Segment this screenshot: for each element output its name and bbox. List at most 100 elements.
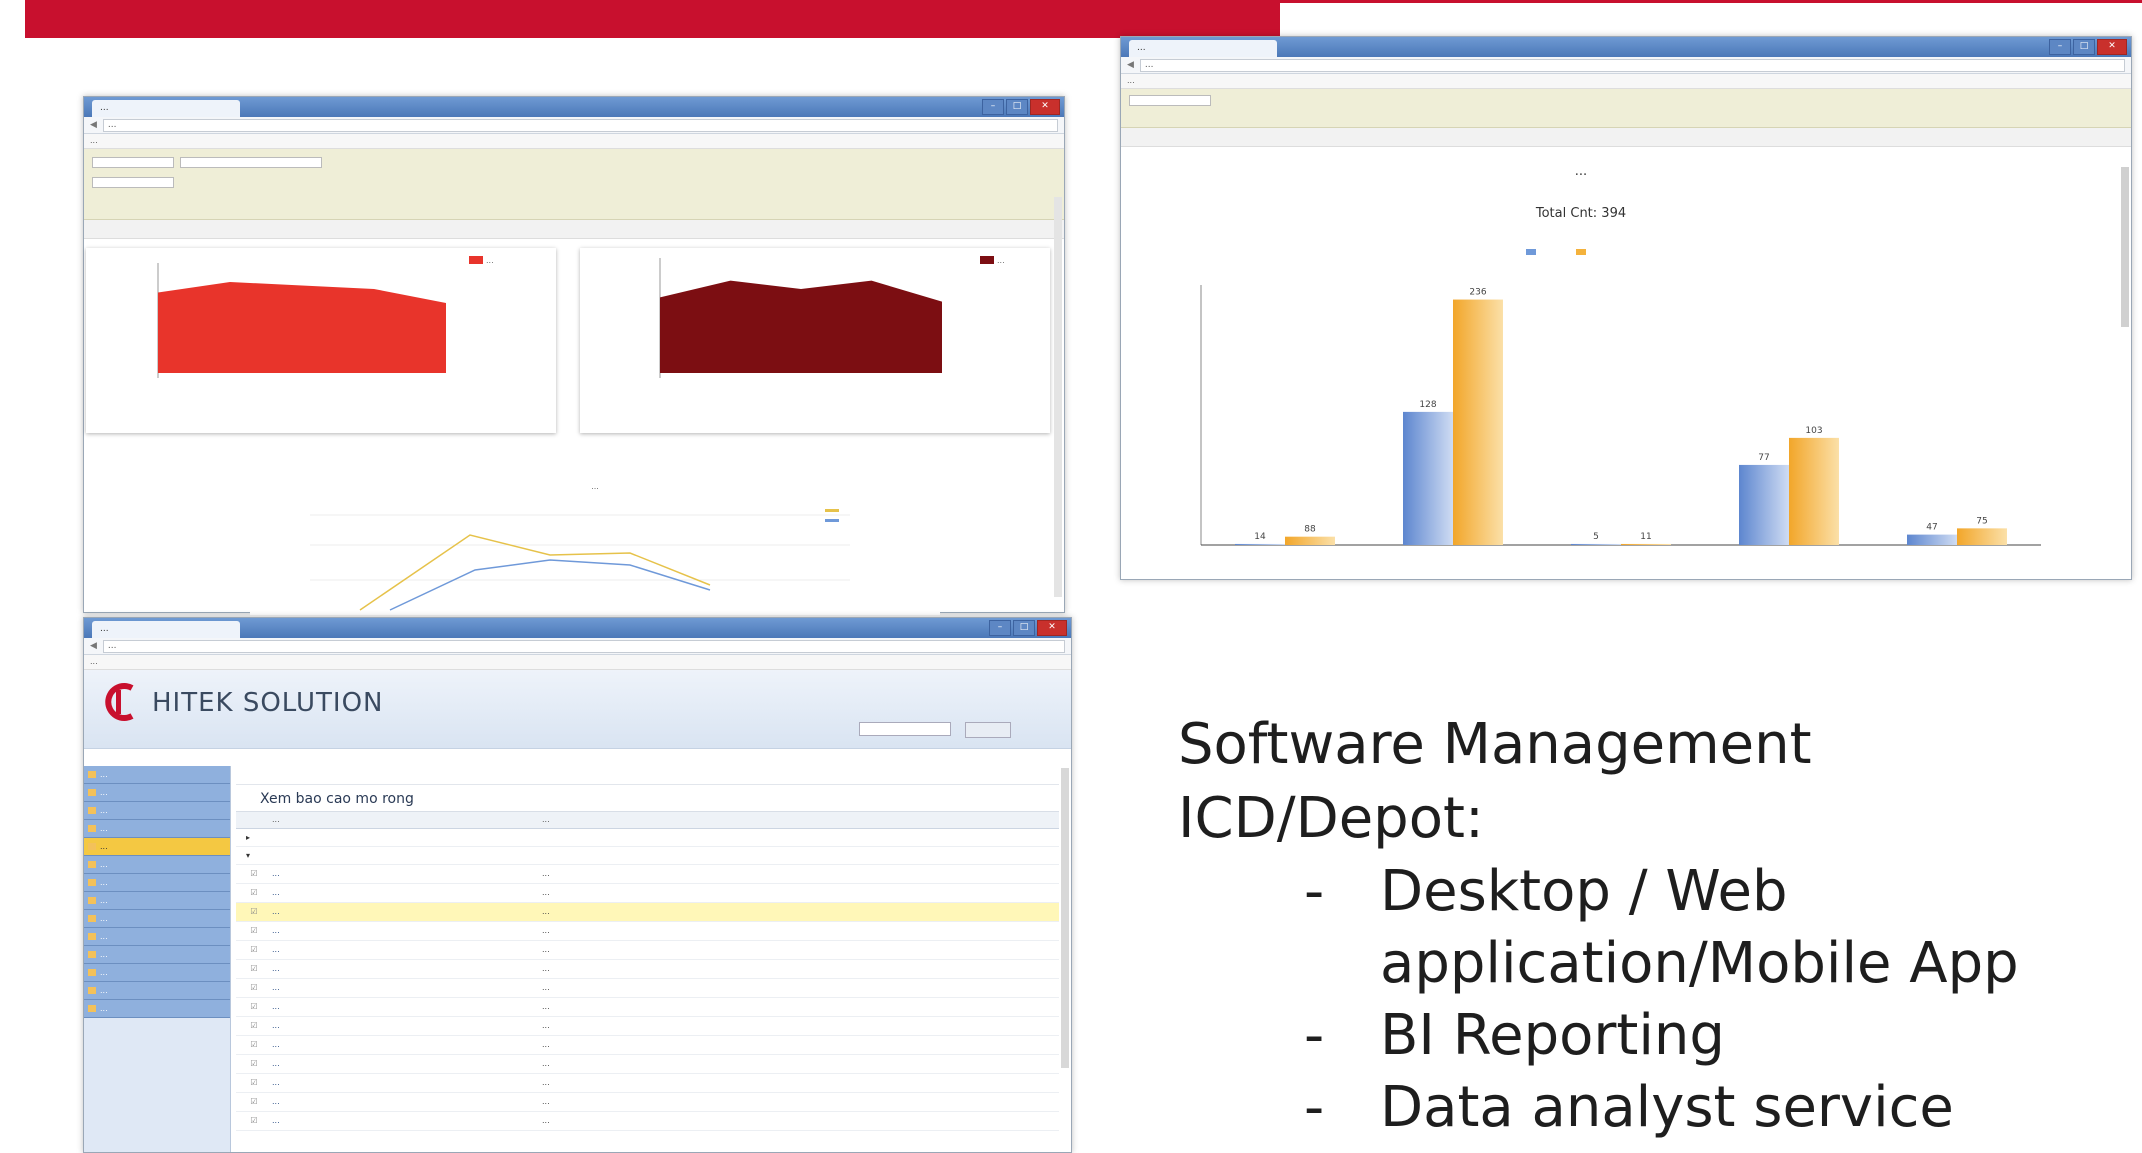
row-name[interactable]: ... (272, 1112, 542, 1130)
bar-blue[interactable] (1739, 464, 1789, 545)
row-checkbox-icon[interactable]: ☑ (236, 1074, 272, 1092)
table-row[interactable]: ☑...... (236, 1036, 1059, 1055)
sidebar-item[interactable]: ... (84, 766, 230, 784)
row-checkbox-icon[interactable]: ☑ (236, 1036, 272, 1054)
report-window-bar: ... – □ ✕ ◀ ... ... ... Total Cnt: 394 1… (1120, 36, 2132, 580)
row-checkbox-icon[interactable]: ☑ (236, 1112, 272, 1130)
maximize-icon[interactable]: □ (1013, 620, 1035, 636)
row-checkbox-icon[interactable]: ☑ (236, 922, 272, 940)
close-icon[interactable]: ✕ (2097, 39, 2127, 55)
row-name[interactable]: ... (272, 922, 542, 940)
table-row[interactable]: ☑...... (236, 1055, 1059, 1074)
grid-group[interactable]: ▸ (236, 829, 1059, 847)
sidebar-item[interactable]: ... (84, 856, 230, 874)
table-row[interactable]: ☑...... (236, 979, 1059, 998)
row-checkbox-icon[interactable]: ☑ (236, 884, 272, 902)
table-row[interactable]: ☑...... (236, 1093, 1059, 1112)
url-field[interactable]: ... (1139, 58, 2125, 72)
header-search-button[interactable] (965, 722, 1011, 738)
filter-input[interactable] (1129, 95, 1211, 106)
sidebar-item[interactable]: ... (84, 802, 230, 820)
row-name[interactable]: ... (272, 1093, 542, 1111)
sidebar-item[interactable]: ... (84, 946, 230, 964)
url-field[interactable]: ... (102, 639, 1065, 653)
grid-col-name[interactable]: ... (272, 812, 542, 828)
bullet-item: - Desktop / Web (1178, 856, 2128, 928)
browser-tab[interactable]: ... (92, 621, 240, 638)
sidebar-item[interactable]: ... (84, 874, 230, 892)
minimize-icon[interactable]: – (2049, 39, 2071, 55)
close-icon[interactable]: ✕ (1037, 620, 1067, 636)
minimize-icon[interactable]: – (989, 620, 1011, 636)
back-icon[interactable]: ◀ (90, 120, 97, 130)
legend-swatch (469, 256, 483, 264)
row-name[interactable]: ... (272, 903, 542, 921)
row-name[interactable]: ... (272, 1017, 542, 1035)
filter-input[interactable] (92, 177, 174, 188)
table-row[interactable]: ☑...... (236, 1017, 1059, 1036)
bar-orange[interactable] (1285, 536, 1335, 545)
bar-blue[interactable] (1907, 534, 1957, 545)
back-icon[interactable]: ◀ (1127, 60, 1134, 70)
sidebar-item[interactable]: ... (84, 820, 230, 838)
grid-col-desc[interactable]: ... (542, 812, 1059, 828)
row-name[interactable]: ... (272, 941, 542, 959)
filter-input[interactable] (180, 157, 322, 168)
row-checkbox-icon[interactable]: ☑ (236, 941, 272, 959)
bar-blue[interactable] (1571, 543, 1621, 545)
table-row[interactable]: ☑...... (236, 922, 1059, 941)
sidebar-item[interactable]: ... (84, 784, 230, 802)
browser-tab[interactable]: ... (92, 100, 240, 117)
row-checkbox-icon[interactable]: ☑ (236, 1017, 272, 1035)
table-row[interactable]: ☑...... (236, 941, 1059, 960)
row-checkbox-icon[interactable]: ☑ (236, 903, 272, 921)
table-row[interactable]: ☑...... (236, 998, 1059, 1017)
table-row[interactable]: ☑...... (236, 865, 1059, 884)
bar-orange[interactable] (1789, 437, 1839, 545)
row-name[interactable]: ... (272, 998, 542, 1016)
sidebar-item[interactable]: ... (84, 928, 230, 946)
close-icon[interactable]: ✕ (1030, 99, 1060, 115)
row-checkbox-icon[interactable]: ☑ (236, 960, 272, 978)
sidebar-item[interactable]: ... (84, 838, 230, 856)
back-icon[interactable]: ◀ (90, 641, 97, 651)
row-name[interactable]: ... (272, 979, 542, 997)
sidebar-item[interactable]: ... (84, 910, 230, 928)
scrollbar[interactable] (1054, 197, 1062, 597)
maximize-icon[interactable]: □ (2073, 39, 2095, 55)
sidebar-item[interactable]: ... (84, 892, 230, 910)
filter-input[interactable] (92, 157, 174, 168)
bar-orange[interactable] (1957, 528, 2007, 545)
url-field[interactable]: ... (102, 118, 1058, 132)
row-name[interactable]: ... (272, 865, 542, 883)
row-checkbox-icon[interactable]: ☑ (236, 865, 272, 883)
row-name[interactable]: ... (272, 1074, 542, 1092)
browser-tab[interactable]: ... (1129, 40, 1277, 57)
row-checkbox-icon[interactable]: ☑ (236, 979, 272, 997)
table-row[interactable]: ☑...... (236, 884, 1059, 903)
minimize-icon[interactable]: – (982, 99, 1004, 115)
bar-orange[interactable] (1453, 299, 1503, 545)
table-row[interactable]: ☑...... (236, 1112, 1059, 1131)
row-name[interactable]: ... (272, 884, 542, 902)
bar-orange[interactable] (1621, 543, 1671, 545)
bar-blue[interactable] (1235, 543, 1285, 545)
table-row[interactable]: ☑...... (236, 903, 1059, 922)
row-name[interactable]: ... (272, 1055, 542, 1073)
table-row[interactable]: ☑...... (236, 1074, 1059, 1093)
maximize-icon[interactable]: □ (1006, 99, 1028, 115)
sidebar-item[interactable]: ... (84, 1000, 230, 1018)
row-checkbox-icon[interactable]: ☑ (236, 1093, 272, 1111)
scrollbar[interactable] (2121, 167, 2129, 327)
sidebar-item[interactable]: ... (84, 964, 230, 982)
scrollbar[interactable] (1061, 768, 1069, 1068)
sidebar-item[interactable]: ... (84, 982, 230, 1000)
grid-group[interactable]: ▾ (236, 847, 1059, 865)
table-row[interactable]: ☑...... (236, 960, 1059, 979)
row-checkbox-icon[interactable]: ☑ (236, 1055, 272, 1073)
row-name[interactable]: ... (272, 960, 542, 978)
row-checkbox-icon[interactable]: ☑ (236, 998, 272, 1016)
bar-blue[interactable] (1403, 411, 1453, 545)
row-name[interactable]: ... (272, 1036, 542, 1054)
header-search-input[interactable] (859, 722, 951, 736)
